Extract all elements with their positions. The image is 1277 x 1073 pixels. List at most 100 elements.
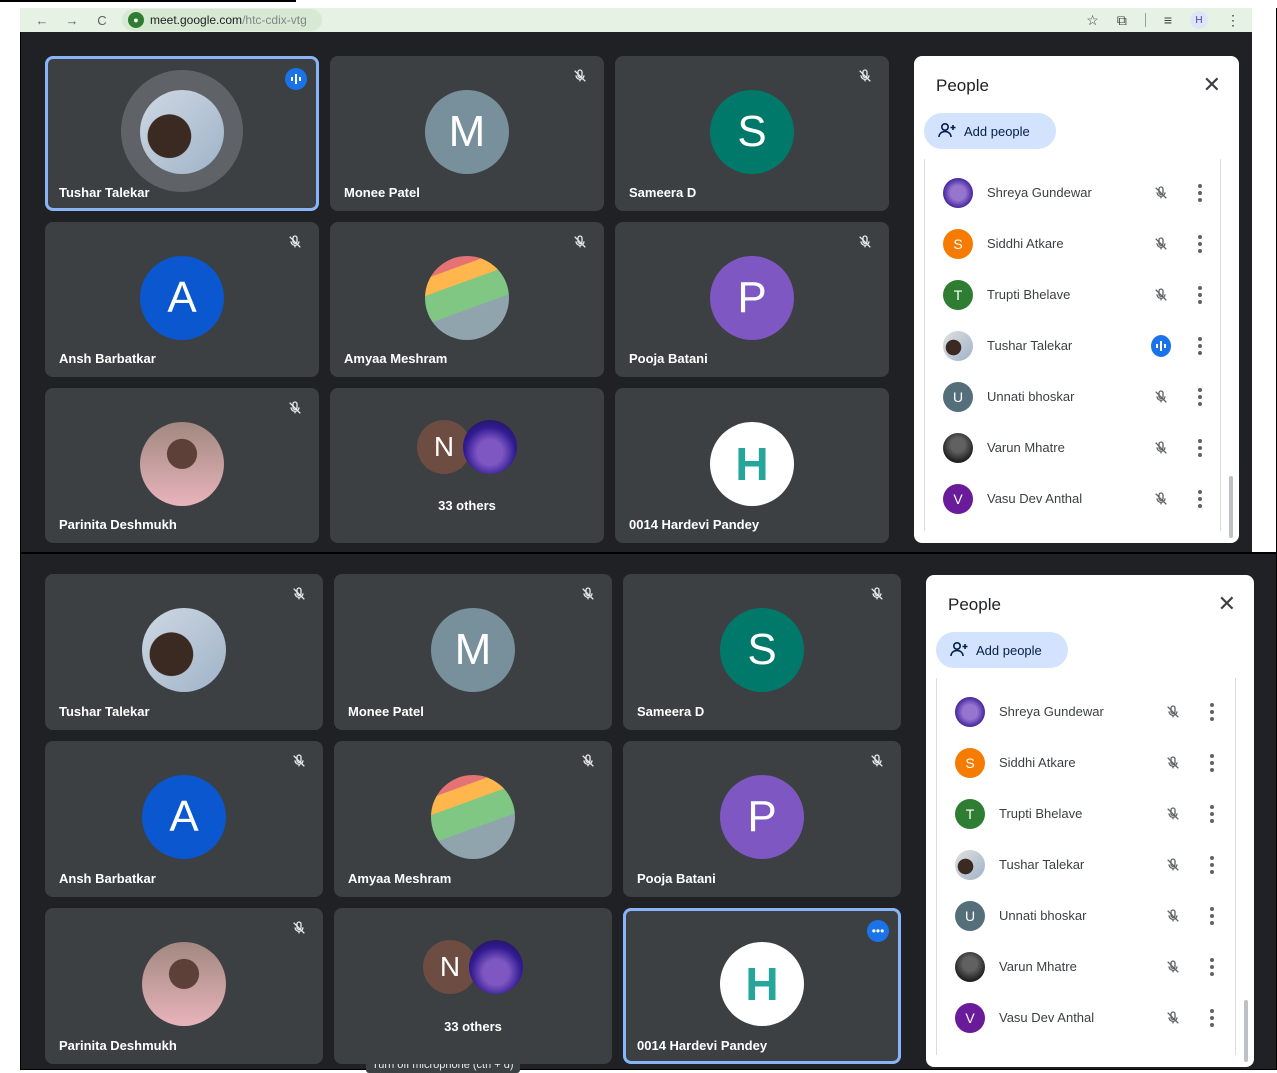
close-icon[interactable]: ✕ (1218, 593, 1236, 615)
video-tile[interactable]: A Ansh Barbatkar (45, 222, 319, 377)
more-options-icon[interactable] (1207, 957, 1217, 977)
mic-off-icon[interactable] (1163, 804, 1183, 824)
more-options-icon[interactable] (1195, 438, 1205, 458)
participant-row[interactable]: Tushar Talekar (937, 839, 1235, 890)
avatar-letter: S (720, 608, 804, 692)
mic-off-icon[interactable] (1151, 234, 1171, 254)
avatar-letter: U (943, 381, 973, 412)
mic-off-icon[interactable] (1163, 906, 1183, 926)
more-options-icon[interactable] (1207, 1008, 1217, 1028)
microphone-indicator-icon[interactable]: ● (128, 12, 144, 28)
avatar-letter: V (943, 483, 973, 514)
participant-name: Amyaa Meshram (344, 351, 448, 366)
more-options-icon[interactable] (1207, 702, 1217, 722)
participant-list: Shreya Gundewar S Siddhi Atkare T Trupti Bhe… (924, 159, 1221, 531)
mic-off-icon[interactable] (1163, 1008, 1183, 1028)
video-tile[interactable]: S Sameera D (615, 56, 889, 211)
participant-row[interactable]: T Trupti Bhelave (925, 269, 1220, 320)
participant-name: Parinita Deshmukh (59, 1038, 177, 1053)
mic-off-icon (580, 753, 598, 771)
video-tile[interactable]: Amyaa Meshram (330, 222, 604, 377)
more-options-icon[interactable] (1195, 387, 1205, 407)
video-tile[interactable]: M Monee Patel (334, 574, 612, 730)
others-count: 33 others (444, 1019, 502, 1034)
extensions-icon[interactable]: ⧉ (1117, 12, 1127, 29)
participant-name: Sameera D (637, 704, 705, 719)
scrollbar[interactable] (1244, 1000, 1248, 1062)
video-tile[interactable]: Tushar Talekar (45, 574, 323, 730)
more-options-icon[interactable] (1195, 285, 1205, 305)
avatar-letter: V (955, 1002, 985, 1033)
avatar-letter: P (720, 775, 804, 859)
more-options-icon[interactable] (1195, 234, 1205, 254)
add-people-label: Add people (964, 123, 1030, 139)
close-icon[interactable]: ✕ (1203, 74, 1221, 96)
reload-icon[interactable]: C (94, 13, 110, 28)
mic-off-icon[interactable] (1151, 438, 1171, 458)
participant-row[interactable]: T Trupti Bhelave (937, 788, 1235, 839)
add-people-button[interactable]: Add people (924, 113, 1056, 149)
avatar-photo (943, 330, 973, 361)
participant-row[interactable]: Shreya Gundewar (925, 167, 1220, 218)
participant-row[interactable]: U Unnati bhoskar (937, 890, 1235, 941)
add-person-icon (938, 122, 956, 141)
mic-off-icon[interactable] (1151, 285, 1171, 305)
participant-name: Ansh Barbatkar (59, 351, 156, 366)
mic-off-icon[interactable] (1163, 753, 1183, 773)
more-options-icon[interactable] (1195, 183, 1205, 203)
video-tile[interactable]: S Sameera D (623, 574, 901, 730)
more-options-icon[interactable]: ••• (867, 920, 889, 942)
participant-row[interactable]: Shreya Gundewar (937, 686, 1235, 737)
more-options-icon[interactable] (1207, 753, 1217, 773)
video-tile[interactable]: P Pooja Batani (615, 222, 889, 377)
more-options-icon[interactable] (1195, 489, 1205, 509)
participant-row[interactable]: Varun Mhatre (925, 422, 1220, 473)
video-tile[interactable]: N 33 others (334, 908, 612, 1064)
add-people-button[interactable]: Add people (936, 632, 1068, 668)
participant-row[interactable]: S Siddhi Atkare (925, 218, 1220, 269)
avatar-letter: S (710, 90, 794, 174)
video-tile[interactable]: M Monee Patel (330, 56, 604, 211)
participant-row[interactable]: U Unnati bhoskar (925, 371, 1220, 422)
participant-name: Tushar Talekar (987, 338, 1073, 353)
reading-list-icon[interactable]: ≡ (1164, 12, 1172, 28)
video-tile[interactable]: A Ansh Barbatkar (45, 741, 323, 897)
mic-off-icon[interactable] (1163, 957, 1183, 977)
panel-title: People (936, 76, 989, 95)
menu-kebab-icon[interactable]: ⋮ (1226, 12, 1240, 29)
participant-row[interactable]: V Vasu Dev Anthal (925, 473, 1220, 524)
participant-row[interactable]: Tushar Talekar (925, 320, 1220, 371)
mic-off-icon (572, 234, 590, 252)
video-tile[interactable]: Tushar Talekar (45, 56, 319, 211)
address-bar[interactable]: ● meet.google.com/htc-cdix-vtg (122, 9, 322, 31)
video-tile[interactable]: H 0014 Hardevi Pandey ••• (623, 908, 901, 1064)
bookmark-star-icon[interactable]: ☆ (1086, 12, 1099, 29)
more-options-icon[interactable] (1207, 855, 1217, 875)
back-arrow-icon[interactable]: ← (34, 13, 50, 28)
participant-row[interactable]: S Siddhi Atkare (937, 737, 1235, 788)
more-options-icon[interactable] (1207, 804, 1217, 824)
mic-off-icon[interactable] (1163, 855, 1183, 875)
video-tile[interactable]: P Pooja Batani (623, 741, 901, 897)
participant-row[interactable]: Varun Mhatre (937, 941, 1235, 992)
participant-name: Trupti Bhelave (987, 287, 1071, 302)
participant-row[interactable]: V Vasu Dev Anthal (937, 992, 1235, 1043)
video-tile[interactable]: H 0014 Hardevi Pandey (615, 388, 889, 543)
video-tile[interactable]: Parinita Deshmukh (45, 908, 323, 1064)
more-options-icon[interactable] (1207, 906, 1217, 926)
scrollbar[interactable] (1229, 476, 1233, 538)
mic-off-icon[interactable] (1151, 489, 1171, 509)
video-tile[interactable]: Amyaa Meshram (334, 741, 612, 897)
avatar-photo (142, 942, 226, 1026)
mic-off-icon[interactable] (1151, 387, 1171, 407)
avatar-photo (142, 608, 226, 692)
video-tile[interactable]: Parinita Deshmukh (45, 388, 319, 543)
video-tile[interactable]: N 33 others (330, 388, 604, 543)
participant-name: Pooja Batani (629, 351, 708, 366)
forward-arrow-icon[interactable]: → (64, 13, 80, 28)
mic-off-icon[interactable] (1163, 702, 1183, 722)
more-options-icon[interactable] (1195, 336, 1205, 356)
mic-off-icon[interactable] (1151, 183, 1171, 203)
profile-avatar[interactable]: H (1190, 11, 1208, 29)
panel-title: People (948, 595, 1001, 614)
